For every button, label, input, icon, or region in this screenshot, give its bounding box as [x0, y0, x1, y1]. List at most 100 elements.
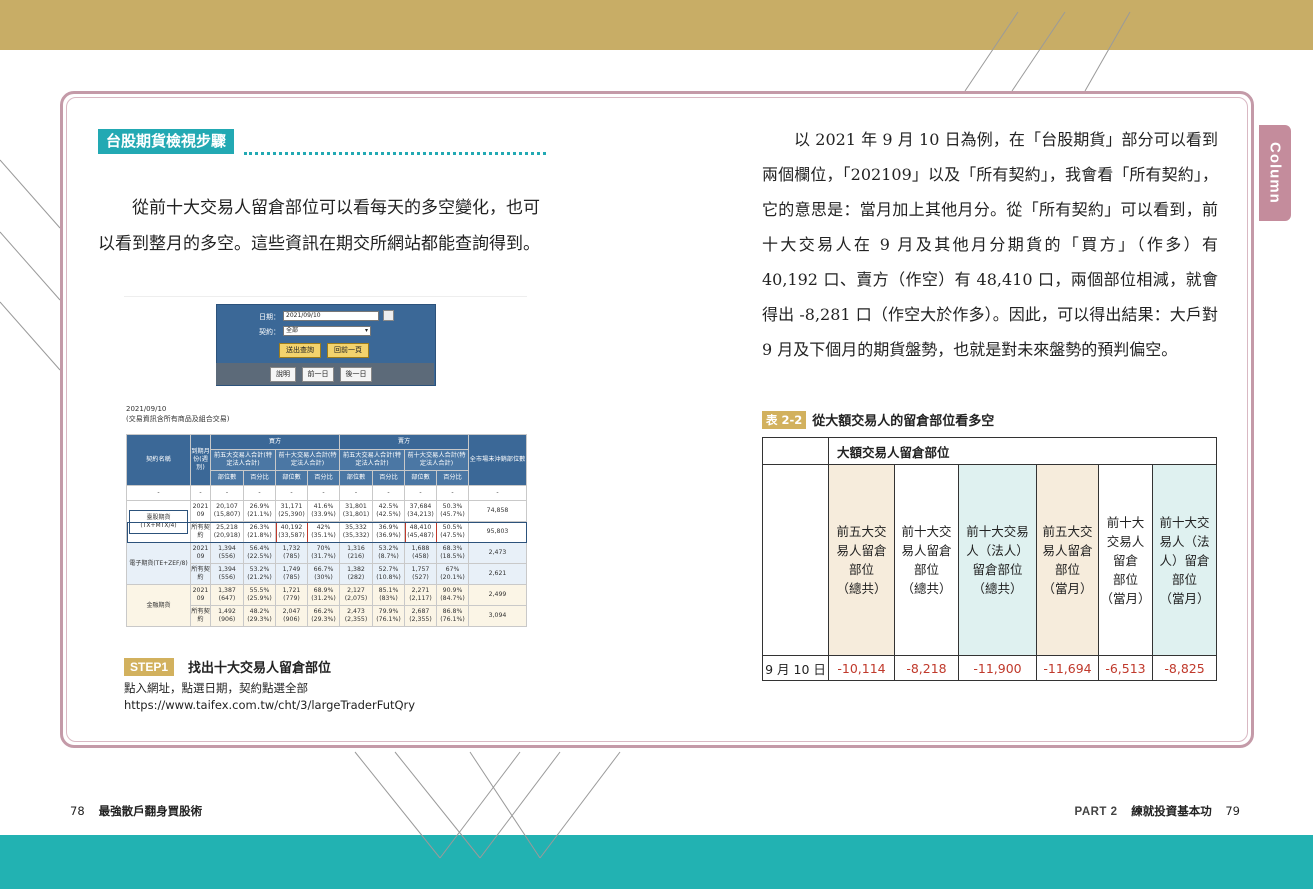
header-buy: 買方 [210, 434, 340, 450]
highlight-buy-cell: 40,192 (33,587) [275, 521, 308, 543]
header-buy-top10: 前十大交易人合計(特定法人合計) [275, 449, 340, 471]
value-cell: 66.2% (29.3%) [307, 605, 340, 627]
header-pos: 部位數 [210, 470, 244, 486]
column-header: 前五大交 易人留倉 部位 （當月） [1036, 464, 1099, 656]
contract-select[interactable]: 全部 ▾ [283, 326, 371, 336]
query-nav-bar: 說明 前一日 後一日 [216, 363, 434, 385]
value-cell: 36.9% (36.9%) [372, 521, 405, 543]
value-cell: 2,621 [468, 563, 527, 585]
column-header: 前五大交 易人留倉 部位 （總共） [828, 464, 895, 656]
chevron-down-icon: ▾ [364, 327, 368, 334]
large-trader-table: 契約名稱 到期月份(週別) 買方 賣方 全市場未沖銷部位數 前五大交易人合計(特… [126, 434, 527, 627]
value-cell: 1,721 (779) [275, 584, 308, 606]
value-cell: 55.5% (25.9%) [243, 584, 276, 606]
value-cell: 2,473 [468, 542, 527, 564]
dash-cell: - [243, 485, 276, 501]
date-input[interactable]: 2021/09/10 [283, 311, 379, 321]
step-heading: STEP1 找出十大交易人留倉部位 [124, 657, 331, 676]
contract-name-cell: 電子期貨(TE+ZEF/8) [126, 542, 191, 585]
month-cell: 所有契約 [190, 563, 211, 585]
table-badge: 表 2-2 [762, 410, 807, 429]
header-pos: 部位數 [339, 470, 373, 486]
header-open-interest: 全市場未沖銷部位數 [468, 434, 527, 486]
value-cell: -11,694 [1036, 655, 1099, 681]
highlight-sell-cell: 48,410 (45,487) [404, 521, 437, 543]
section-title: 台股期貨檢視步驟 [98, 129, 235, 154]
value-cell: 2,687 (2,355) [404, 605, 437, 627]
value-cell: 74,858 [468, 500, 527, 522]
value-cell: 3,094 [468, 605, 527, 627]
month-cell: 2021 09 [190, 500, 211, 522]
value-cell: 26.3% (21.8%) [243, 521, 276, 543]
value-cell: -10,114 [828, 655, 895, 681]
back-button[interactable]: 回前一頁 [327, 343, 369, 358]
chapter-title: 練就投資基本功 [1131, 804, 1212, 818]
dash-cell: - [436, 485, 469, 501]
column-header: 前十大交 易人留倉 部位 （總共） [894, 464, 959, 656]
value-cell: 1,394 (556) [210, 563, 244, 585]
step-title: 找出十大交易人留倉部位 [188, 661, 332, 676]
value-cell: -8,825 [1151, 655, 1218, 681]
value-cell: 42% (35.1%) [307, 521, 340, 543]
header-pct: 百分比 [307, 470, 340, 486]
footer-left: 78 最強散戶翻身買股術 [70, 803, 202, 819]
value-cell: 1,316 (216) [339, 542, 373, 564]
header-month: 到期月份(週別) [190, 434, 211, 486]
value-cell: 2,127 (2,075) [339, 584, 373, 606]
empty-label-cell [762, 464, 829, 656]
value-cell: 25,218 (20,918) [210, 521, 244, 543]
dash-cell: - [190, 485, 211, 501]
dash-cell: - [339, 485, 373, 501]
dash-cell: - [275, 485, 308, 501]
value-cell: 56.4% (22.5%) [243, 542, 276, 564]
book-title: 最強散戶翻身買股術 [98, 804, 203, 818]
value-cell: 1,387 (647) [210, 584, 244, 606]
step-description: 點入網址，點選日期，契約點選全部 https://www.taifex.com.… [124, 680, 415, 714]
table-row: 9 月 10 日 -10,114 -8,218 -11,900 -11,694 … [762, 655, 1218, 681]
value-cell: 66.7% (30%) [307, 563, 340, 585]
header-pct: 百分比 [243, 470, 276, 486]
value-cell: 2,473 (2,355) [339, 605, 373, 627]
dash-cell: - [372, 485, 405, 501]
date-label: 日期： [259, 313, 280, 321]
page-number-right: 79 [1225, 804, 1240, 818]
month-cell: 2021 09 [190, 584, 211, 606]
footer-right: PART 2 練就投資基本功 79 [1075, 803, 1241, 819]
dash-cell: - [126, 485, 191, 501]
table-title: 從大額交易人的留倉部位看多空 [812, 414, 995, 429]
value-cell: 42.5% (42.5%) [372, 500, 405, 522]
value-cell: 85.1% (83%) [372, 584, 405, 606]
value-cell: 48.2% (29.3%) [243, 605, 276, 627]
header-pos: 部位數 [275, 470, 308, 486]
table-row: 電子期貨(TE+ZEF/8) 2021 09 1,394 (556) 56.4%… [126, 542, 527, 585]
header-sell-top10: 前十大交易人合計(特定法人合計) [404, 449, 469, 471]
value-cell: 41.6% (33.9%) [307, 500, 340, 522]
submit-query-button[interactable]: 送出查詢 [279, 343, 321, 358]
value-cell: 31,801 (31,801) [339, 500, 373, 522]
help-button[interactable]: 說明 [270, 367, 296, 382]
value-cell: 50.3% (45.7%) [436, 500, 469, 522]
value-cell: 50.5% (47.5%) [436, 521, 469, 543]
contract-name-cell: 臺股期貨(TX+MTX/4) [126, 500, 191, 543]
contract-name-cell: 金融期貨 [126, 584, 191, 627]
next-day-button[interactable]: 後一日 [340, 367, 372, 382]
value-cell: 2,271 (2,117) [404, 584, 437, 606]
month-cell: 所有契約 [190, 605, 211, 627]
table-caption: 表 2-2 從大額交易人的留倉部位看多空 [762, 410, 994, 429]
part-label: PART 2 [1074, 806, 1118, 818]
step-badge: STEP1 [124, 657, 175, 676]
value-cell: 1,394 (556) [210, 542, 244, 564]
value-cell: 79.9% (76.1%) [372, 605, 405, 627]
value-cell: 70% (31.7%) [307, 542, 340, 564]
value-cell: 26.9% (21.1%) [243, 500, 276, 522]
value-cell: 1,688 (458) [404, 542, 437, 564]
calendar-icon[interactable] [383, 310, 394, 321]
contract-label: 契約： [259, 328, 280, 336]
value-cell: -11,900 [958, 655, 1037, 681]
value-cell: 95,803 [468, 521, 527, 543]
step-url-link[interactable]: https://www.taifex.com.tw/cht/3/largeTra… [124, 697, 415, 714]
value-cell: 90.9% (84.7%) [436, 584, 469, 606]
value-cell: 86.8% (76.1%) [436, 605, 469, 627]
prev-day-button[interactable]: 前一日 [302, 367, 334, 382]
position-table: 大額交易人留倉部位 前五大交 易人留倉 部位 （總共） 前十大交 易人留倉 部位 （總共） … [762, 437, 1218, 681]
